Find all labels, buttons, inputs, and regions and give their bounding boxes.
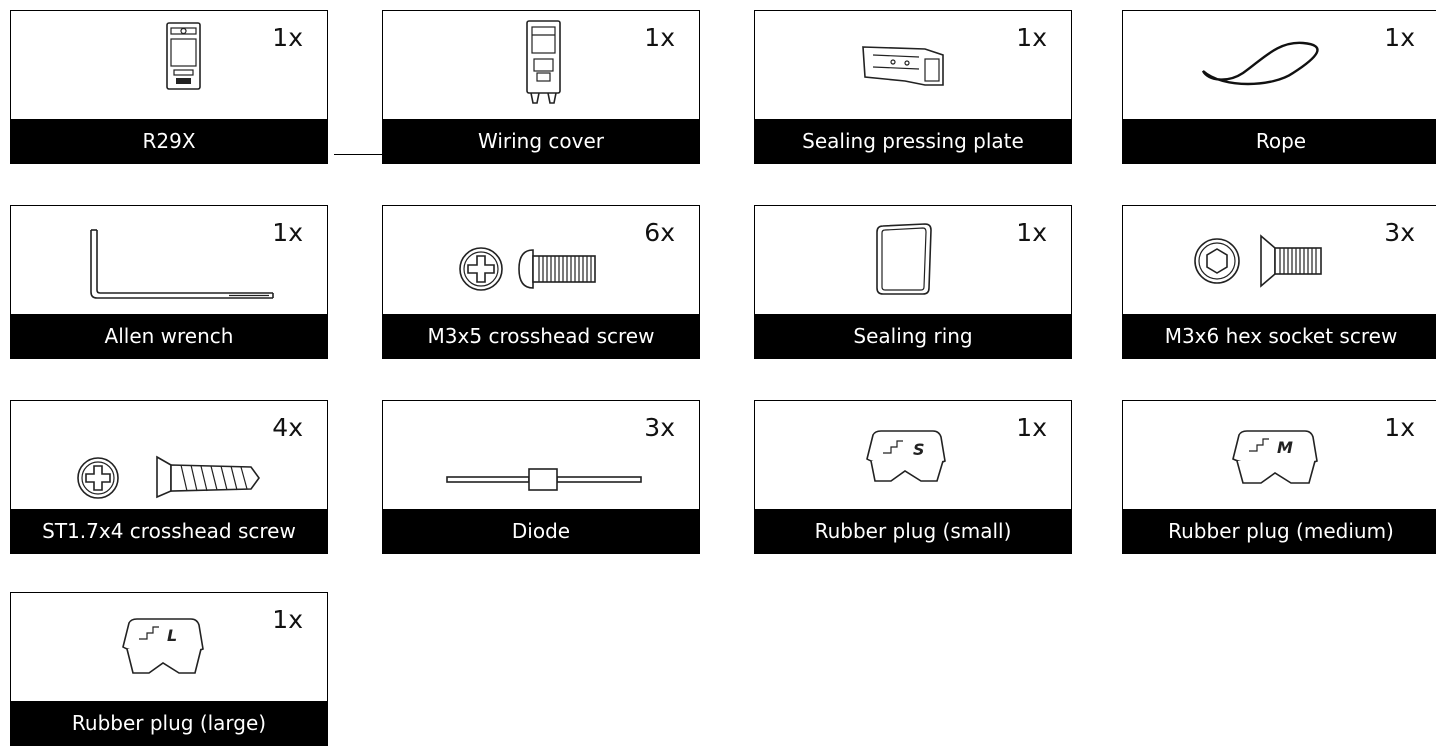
item-quantity: 1x [1016, 413, 1047, 442]
item-card-r29x: 1x R29X [10, 10, 328, 164]
item-label: M3x6 hex socket screw [1123, 314, 1436, 358]
item-card-diode: 3x Diode [382, 400, 700, 554]
item-card-wiring-cover: 1x Wiring cover [382, 10, 700, 164]
item-label: ST1.7x4 crosshead screw [11, 509, 327, 553]
item-card-sealing-pressing-plate: 1x Sealing pressing plate [754, 10, 1072, 164]
item-quantity: 1x [272, 605, 303, 634]
item-quantity: 3x [1384, 218, 1415, 247]
item-quantity: 1x [1384, 413, 1415, 442]
item-quantity: 1x [1384, 23, 1415, 52]
item-quantity: 1x [272, 23, 303, 52]
item-label: Sealing pressing plate [755, 119, 1071, 163]
item-quantity: 1x [272, 218, 303, 247]
item-card-m3x5-crosshead-screw: 6x M3x5 crosshead screw [382, 205, 700, 359]
plug-size-mark: S [913, 440, 925, 459]
item-card-rope: 1x Rope [1122, 10, 1436, 164]
connector-line [334, 154, 384, 155]
item-quantity: 3x [644, 413, 675, 442]
item-quantity: 4x [272, 413, 303, 442]
item-card-st1-7x4-crosshead-screw: 4x ST1.7x4 crosshead screw [10, 400, 328, 554]
item-label: Rubber plug (small) [755, 509, 1071, 553]
item-label: Wiring cover [383, 119, 699, 163]
item-quantity: 1x [1016, 23, 1047, 52]
item-label: Rope [1123, 119, 1436, 163]
item-quantity: 1x [1016, 218, 1047, 247]
plug-size-mark: M [1277, 438, 1293, 457]
item-card-rubber-plug-small: S 1x Rubber plug (small) [754, 400, 1072, 554]
item-card-rubber-plug-large: L 1x Rubber plug (large) [10, 592, 328, 746]
item-label: Allen wrench [11, 314, 327, 358]
item-card-m3x6-hex-socket-screw: 3x M3x6 hex socket screw [1122, 205, 1436, 359]
item-card-sealing-ring: 1x Sealing ring [754, 205, 1072, 359]
item-label: M3x5 crosshead screw [383, 314, 699, 358]
item-quantity: 6x [644, 218, 675, 247]
item-card-rubber-plug-medium: M 1x Rubber plug (medium) [1122, 400, 1436, 554]
item-label: Rubber plug (large) [11, 701, 327, 745]
item-card-allen-wrench: 1x Allen wrench [10, 205, 328, 359]
item-quantity: 1x [644, 23, 675, 52]
item-label: Rubber plug (medium) [1123, 509, 1436, 553]
item-label: Diode [383, 509, 699, 553]
item-label: Sealing ring [755, 314, 1071, 358]
plug-size-mark: L [167, 626, 177, 645]
item-label: R29X [11, 119, 327, 163]
